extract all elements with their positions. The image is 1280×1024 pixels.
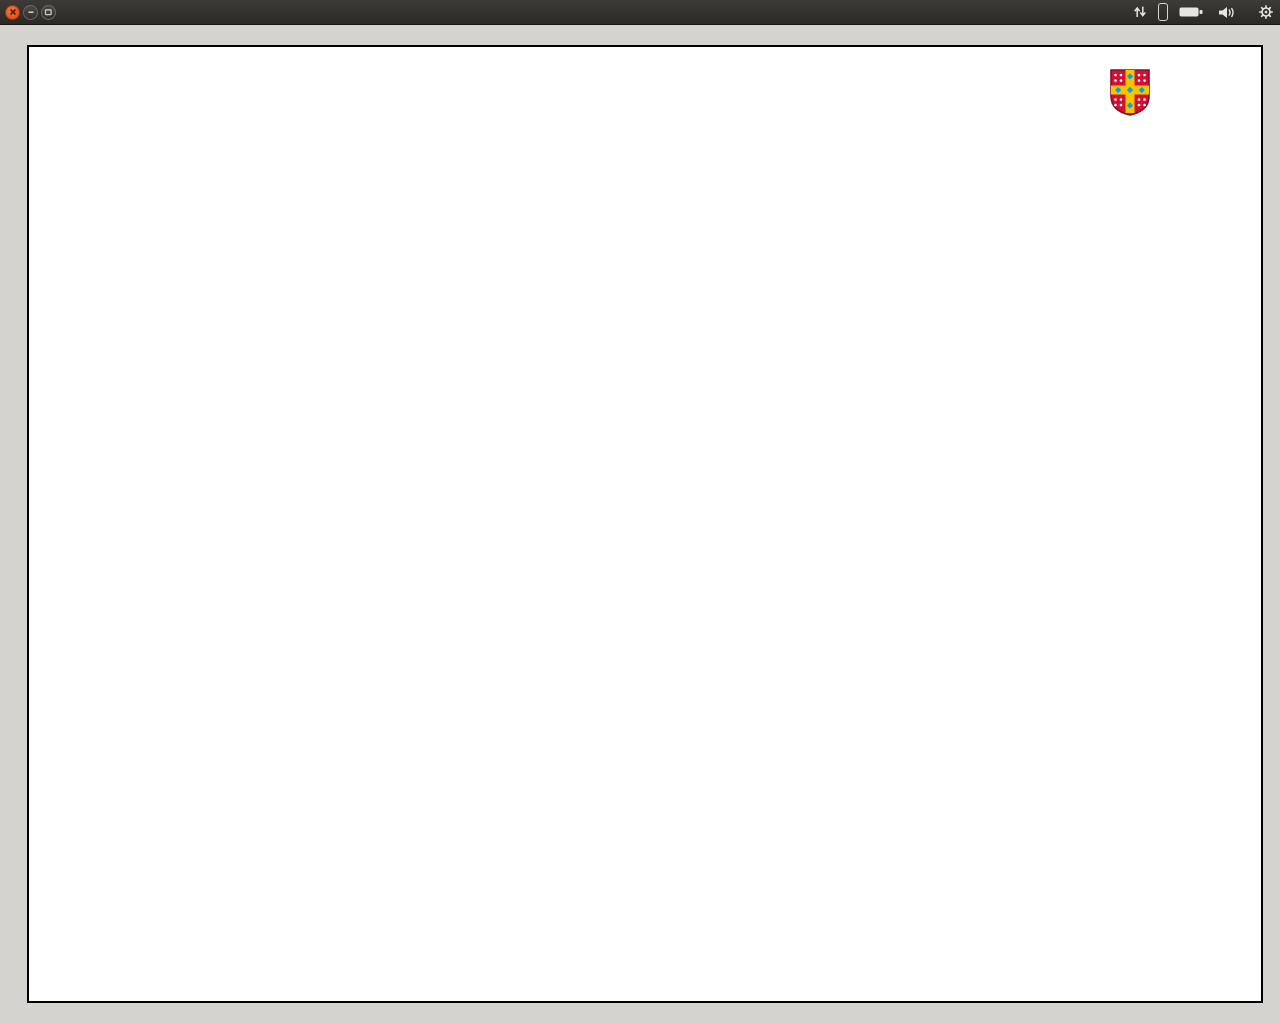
session-gear-icon[interactable]: [1258, 4, 1274, 20]
close-icon: [9, 8, 17, 16]
keyboard-layout-indicator[interactable]: [1158, 3, 1168, 21]
seismogram-plot: [29, 47, 1261, 1001]
seismograph-window: [27, 45, 1263, 1003]
window-maximize-button[interactable]: [41, 5, 56, 20]
maximize-icon: [44, 8, 53, 17]
battery-indicator[interactable]: [1179, 6, 1207, 18]
minimize-icon: [27, 8, 35, 16]
window-close-button[interactable]: [5, 5, 20, 20]
window-controls: [5, 0, 56, 24]
window-minimize-button[interactable]: [23, 5, 38, 20]
volume-icon[interactable]: [1218, 6, 1236, 19]
sync-updown-arrows-icon[interactable]: [1133, 5, 1147, 19]
top-panel: [0, 0, 1280, 25]
battery-icon: [1179, 6, 1203, 18]
indicator-tray: [1133, 0, 1274, 24]
